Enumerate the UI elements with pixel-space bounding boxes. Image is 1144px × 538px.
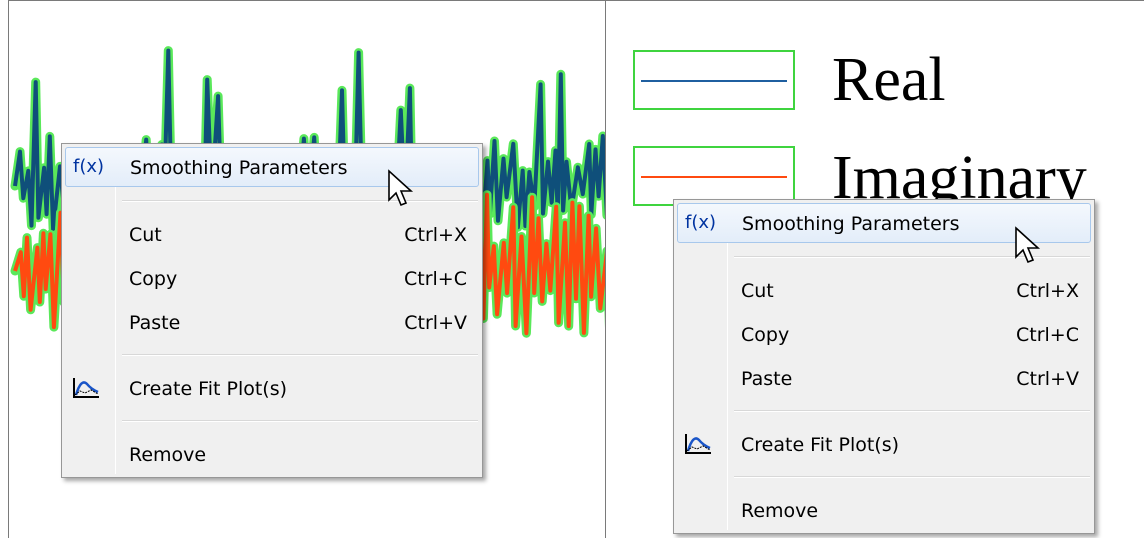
legend-panel[interactable]: Real Imaginary f(x) Smoothing Parameters… xyxy=(605,0,1144,538)
menu-item-label: Copy xyxy=(129,268,178,290)
menu-separator xyxy=(122,420,478,422)
menu-item-label: Remove xyxy=(129,444,207,466)
menu-item-remove[interactable]: Remove xyxy=(65,435,479,475)
menu-item-label: Copy xyxy=(741,324,790,346)
menu-item-remove[interactable]: Remove xyxy=(677,491,1091,531)
menu-item-cut[interactable]: Cut Ctrl+X xyxy=(65,215,479,255)
menu-item-paste[interactable]: Paste Ctrl+V xyxy=(677,359,1091,399)
menu-separator xyxy=(122,354,478,356)
mouse-cursor-icon xyxy=(1015,226,1041,264)
legend-swatch-real xyxy=(633,50,795,110)
menu-item-label: Smoothing Parameters xyxy=(130,157,348,179)
menu-item-copy[interactable]: Copy Ctrl+C xyxy=(65,259,479,299)
menu-item-label: Cut xyxy=(129,224,162,246)
menu-separator xyxy=(734,410,1090,412)
menu-item-label: Create Fit Plot(s) xyxy=(741,434,900,456)
legend-label-real: Real xyxy=(832,46,946,114)
menu-item-shortcut: Ctrl+C xyxy=(404,268,467,290)
menu-item-label: Create Fit Plot(s) xyxy=(129,378,288,400)
legend-swatch-imaginary xyxy=(633,146,795,206)
menu-separator xyxy=(734,476,1090,478)
menu-item-copy[interactable]: Copy Ctrl+C xyxy=(677,315,1091,355)
legend-line-real xyxy=(641,80,787,82)
mouse-cursor-icon xyxy=(388,169,414,207)
menu-separator xyxy=(122,200,478,202)
menu-item-shortcut: Ctrl+X xyxy=(1016,280,1079,302)
menu-item-shortcut: Ctrl+V xyxy=(1016,368,1079,390)
context-menu: f(x) Smoothing Parameters Cut Ctrl+X Cop… xyxy=(61,143,483,478)
legend-line-imaginary xyxy=(641,176,787,178)
menu-item-label: Paste xyxy=(741,368,793,390)
fx-icon: f(x) xyxy=(685,212,717,233)
menu-item-label: Remove xyxy=(741,500,819,522)
menu-item-label: Cut xyxy=(741,280,774,302)
fit-plot-icon xyxy=(71,376,105,400)
menu-item-label: Smoothing Parameters xyxy=(742,213,960,235)
menu-item-shortcut: Ctrl+C xyxy=(1016,324,1079,346)
menu-item-create-fit-plots[interactable]: Create Fit Plot(s) xyxy=(677,425,1091,465)
menu-item-create-fit-plots[interactable]: Create Fit Plot(s) xyxy=(65,369,479,409)
plot-panel[interactable]: f(x) Smoothing Parameters Cut Ctrl+X Cop… xyxy=(8,0,606,538)
fit-plot-icon xyxy=(683,432,717,456)
menu-item-cut[interactable]: Cut Ctrl+X xyxy=(677,271,1091,311)
fx-icon: f(x) xyxy=(73,156,105,177)
menu-item-label: Paste xyxy=(129,312,181,334)
menu-item-shortcut: Ctrl+V xyxy=(404,312,467,334)
menu-item-paste[interactable]: Paste Ctrl+V xyxy=(65,303,479,343)
menu-item-shortcut: Ctrl+X xyxy=(404,224,467,246)
